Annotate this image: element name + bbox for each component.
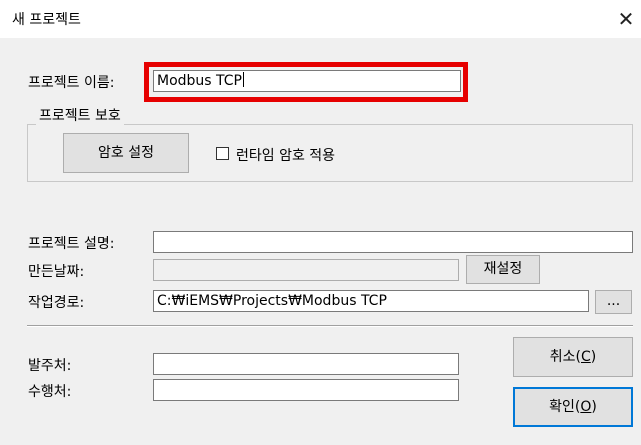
separator [27, 325, 633, 327]
browse-button[interactable]: ... [595, 290, 632, 314]
client-label: 발주처: [28, 358, 72, 374]
contractor-label: 수행처: [28, 384, 72, 400]
runtime-password-label: 런타임 암호 적용 [236, 148, 336, 164]
created-date-field [153, 259, 459, 281]
contractor-input[interactable] [153, 379, 459, 401]
project-protection-legend: 프로젝트 보호 [36, 105, 124, 125]
description-input[interactable] [153, 231, 633, 253]
description-label: 프로젝트 설명: [28, 236, 115, 252]
highlight-box [144, 62, 468, 102]
ok-button[interactable]: 확인(O) [513, 387, 633, 427]
cancel-accelerator: C [580, 349, 591, 365]
work-path-input[interactable]: C:₩iEMS₩Projects₩Modbus TCP [153, 290, 589, 312]
cancel-button[interactable]: 취소(C) [513, 337, 633, 377]
dialog-title: 새 프로젝트 [12, 12, 81, 28]
title-bar: 새 프로젝트 ✕ [0, 0, 641, 38]
cancel-label-end: ) [590, 349, 597, 365]
set-password-button[interactable]: 암호 설정 [63, 133, 189, 173]
runtime-password-checkbox[interactable] [216, 147, 229, 160]
cancel-label: 취소( [549, 349, 581, 365]
ok-accelerator: O [580, 399, 592, 415]
close-icon[interactable]: ✕ [611, 4, 641, 34]
work-path-label: 작업경로: [28, 295, 85, 311]
ok-label: 확인( [549, 399, 581, 415]
ok-label-end: ) [591, 399, 597, 415]
project-name-label: 프로젝트 이름: [28, 75, 115, 91]
reset-date-button[interactable]: 재설정 [466, 255, 540, 284]
client-input[interactable] [153, 353, 459, 375]
created-date-label: 만든날짜: [28, 264, 85, 280]
new-project-dialog: 새 프로젝트 ✕ 프로젝트 이름: Modbus TCP 프로젝트 보호 암호 … [0, 0, 641, 445]
